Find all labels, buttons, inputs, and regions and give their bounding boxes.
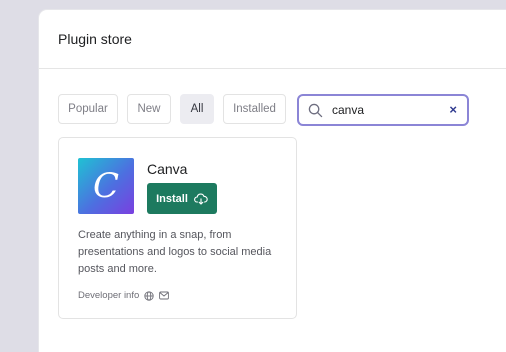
plugin-card: C Canva Install Create anything in a sna… [58, 137, 297, 319]
canva-logo: C [78, 158, 134, 214]
filter-all-button[interactable]: All [180, 94, 214, 124]
search-input[interactable] [332, 103, 432, 117]
clear-search-icon[interactable]: × [449, 103, 457, 117]
filter-popular-button[interactable]: Popular [58, 94, 118, 124]
globe-icon[interactable] [144, 290, 154, 301]
developer-info-label: Developer info [78, 290, 140, 301]
modal-header: Plugin store [39, 10, 506, 69]
install-button-label: Install [156, 192, 188, 205]
filter-installed-button[interactable]: Installed [223, 94, 286, 124]
cloud-download-icon [193, 193, 208, 205]
filter-new-button[interactable]: New [127, 94, 171, 124]
search-icon [308, 102, 324, 118]
filter-tabs: Popular New All Installed [58, 94, 295, 126]
plugin-name: Canva [147, 161, 188, 177]
mail-icon[interactable] [159, 291, 170, 300]
modal-title: Plugin store [58, 31, 132, 47]
plugin-store-modal: Plugin store Popular New All Installed ×… [39, 10, 506, 352]
install-button[interactable]: Install [147, 183, 217, 214]
plugin-description: Create anything in a snap, from presenta… [78, 229, 272, 275]
developer-info: Developer info [78, 290, 170, 301]
search-box: × [297, 94, 469, 126]
logo-letter: C [92, 166, 119, 206]
